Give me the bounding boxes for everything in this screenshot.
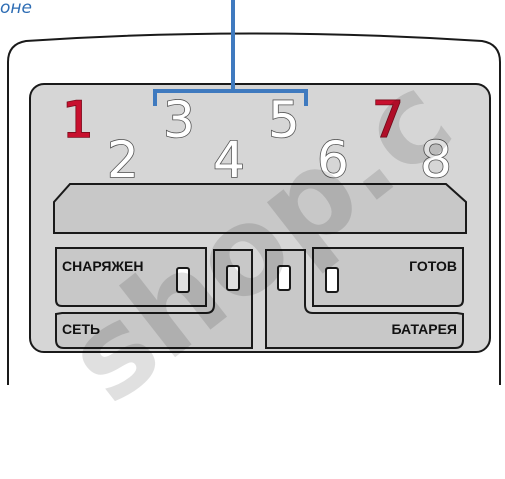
label-network: СЕТЬ (62, 321, 100, 337)
digit-7: 7 (372, 91, 404, 149)
digit-2: 2 (107, 131, 139, 189)
digit-8: 8 (420, 131, 452, 189)
digit-3: 3 (163, 91, 195, 149)
digit-1: 1 (62, 91, 94, 149)
led-charged-indicator (176, 267, 190, 293)
label-charged: СНАРЯЖЕН (62, 258, 143, 274)
display-bar (53, 183, 467, 234)
digit-5: 5 (268, 91, 300, 149)
device-illustration: 1 2 3 4 5 6 7 8 СНАРЯЖЕН СЕТЬ ГОТОВ БАТА… (7, 0, 501, 385)
label-ready: ГОТОВ (409, 258, 457, 274)
led-center-left-indicator (226, 265, 240, 291)
led-center-right-indicator (277, 265, 291, 291)
label-battery: БАТАРЕЯ (392, 321, 457, 337)
led-ready-indicator (325, 267, 339, 293)
digit-4: 4 (213, 131, 245, 189)
digit-6: 6 (317, 131, 349, 189)
